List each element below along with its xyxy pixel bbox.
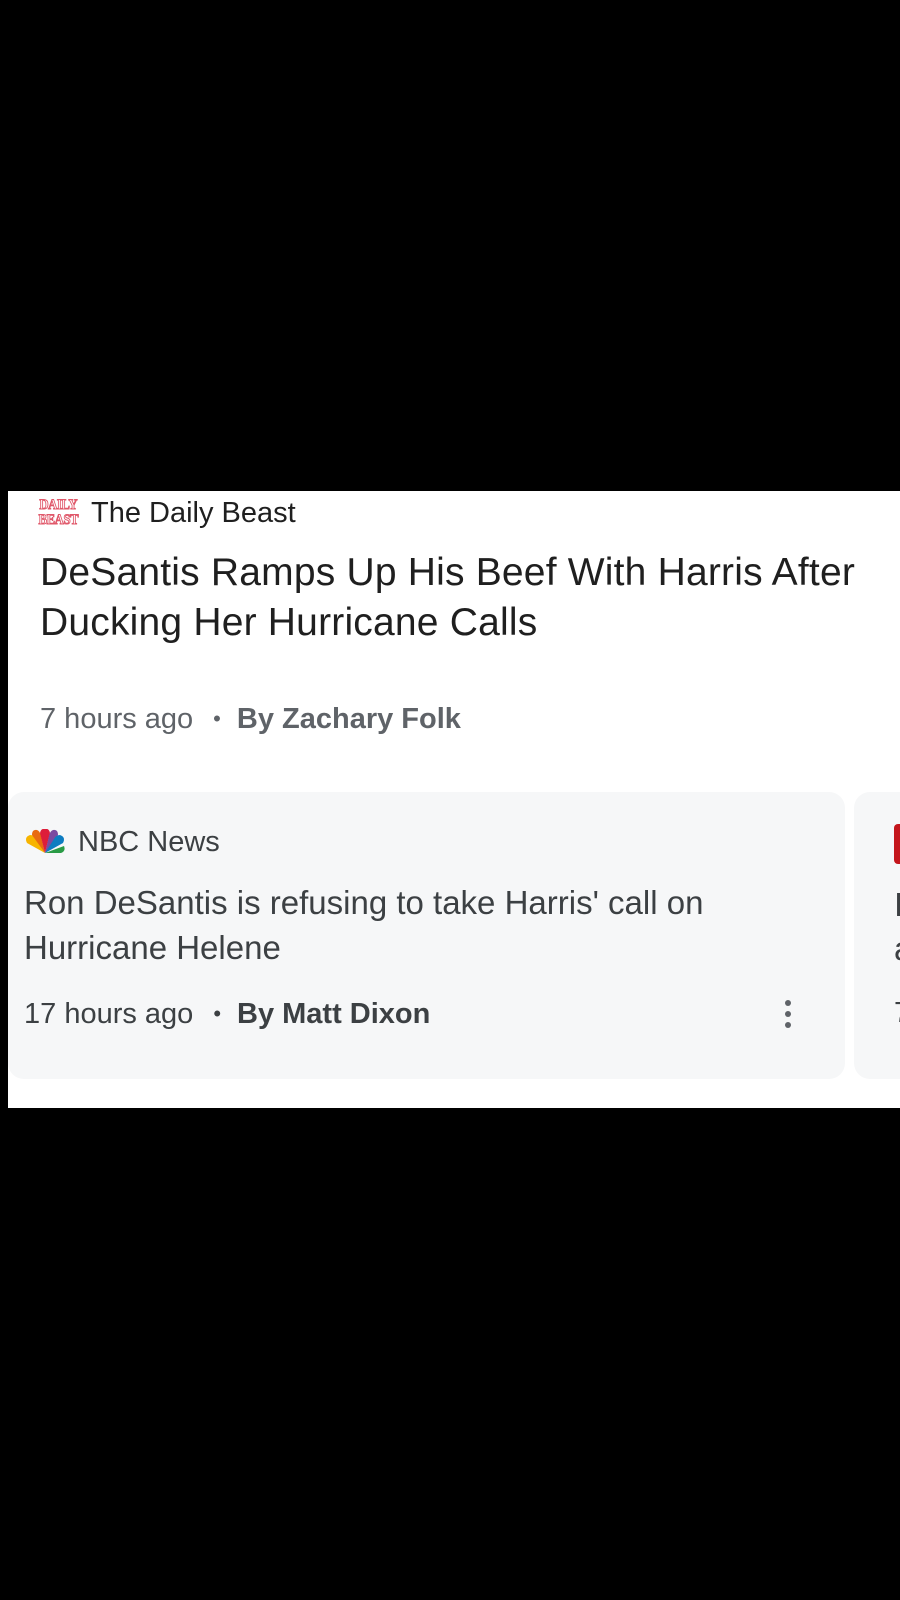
more-vert-icon: [785, 1000, 791, 1006]
related-article-card-2[interactable]: I a 7: [854, 792, 900, 1079]
news-panel: DAILY BEAST The Daily Beast DeSantis Ram…: [8, 491, 900, 1108]
article-author: By Zachary Folk: [236, 702, 461, 735]
meta-separator: •: [213, 706, 221, 731]
card-headline[interactable]: Ron DeSantis is refusing to take Harris'…: [24, 880, 804, 970]
card-time: 17 hours ago: [24, 997, 194, 1030]
card2-headline-fragment-1: I: [894, 886, 900, 923]
card-meta-separator: •: [213, 1001, 222, 1026]
red-publisher-logo-icon: [894, 824, 900, 864]
top-story-source: DAILY BEAST The Daily Beast: [38, 495, 296, 531]
article-meta: 7 hours ago • By Zachary Folk: [40, 699, 461, 739]
daily-beast-logo-icon: DAILY BEAST: [38, 495, 79, 531]
card-author: By Matt Dixon: [237, 997, 431, 1030]
article-headline[interactable]: DeSantis Ramps Up His Beef With Harris A…: [40, 548, 900, 648]
top-story-article[interactable]: DAILY BEAST The Daily Beast DeSantis Ram…: [8, 491, 900, 791]
card2-time-fragment: 7: [894, 997, 900, 1030]
more-vert-icon-dot: [785, 1011, 791, 1017]
logo-line-2: BEAST: [38, 512, 79, 528]
more-vert-icon-dot: [785, 1022, 791, 1028]
card-source-name: NBC News: [78, 825, 220, 858]
card-source: NBC News: [24, 822, 220, 862]
nbc-peacock-icon: [26, 829, 65, 853]
card2-headline-fragment-2: a: [894, 930, 900, 968]
card-meta: 17 hours ago • By Matt Dixon: [24, 994, 430, 1034]
article-time: 7 hours ago: [40, 702, 194, 735]
related-article-card[interactable]: NBC News Ron DeSantis is refusing to tak…: [8, 792, 845, 1079]
logo-line-1: DAILY: [39, 497, 78, 513]
more-options-button[interactable]: [776, 996, 800, 1032]
source-name: The Daily Beast: [91, 496, 296, 529]
